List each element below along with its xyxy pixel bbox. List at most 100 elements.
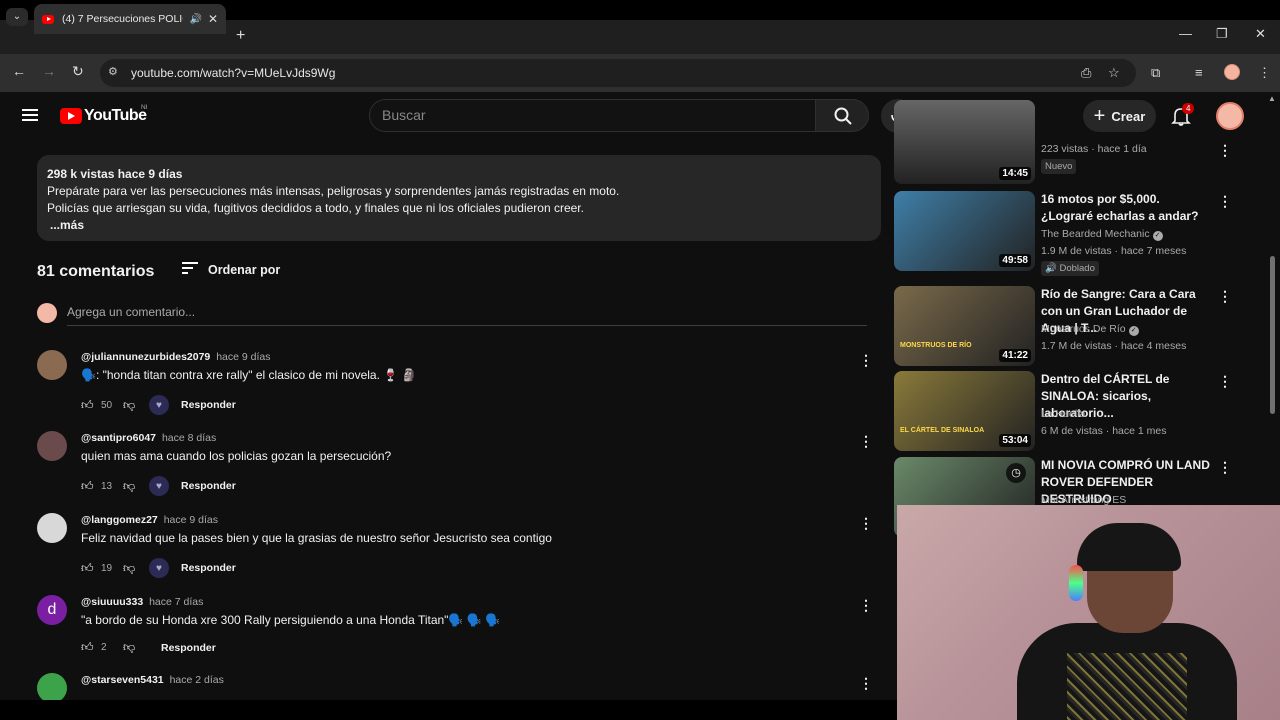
comment-meta: @langgomez27 hace 9 días (81, 514, 218, 526)
profile-icon[interactable] (1224, 64, 1240, 80)
video-options-icon[interactable]: ⋮ (1218, 193, 1232, 210)
show-more-link[interactable]: ...más (50, 217, 871, 234)
video-title[interactable]: 16 motos por $5,000. ¿Lograré echarlas a… (1041, 191, 1211, 225)
sidebar-scrollbar[interactable] (1270, 256, 1275, 414)
close-tab-icon[interactable]: ✕ (208, 12, 218, 26)
commenter-avatar[interactable] (37, 513, 67, 543)
sort-icon (182, 262, 198, 277)
comment-options-icon[interactable]: ⋮ (859, 433, 873, 450)
sort-comments-button[interactable]: Ordenar por (182, 262, 280, 277)
add-comment-row (37, 303, 867, 326)
url-text[interactable]: youtube.com/watch?v=MUeLvJds9Wg (131, 66, 335, 80)
hamburger-menu-icon[interactable] (22, 109, 38, 121)
search-box[interactable] (369, 99, 816, 132)
dislike-icon[interactable]: 👎︎ (123, 398, 145, 413)
creator-heart-icon: ♥ (149, 558, 169, 578)
create-button[interactable]: + Crear (1083, 100, 1156, 132)
sort-label: Ordenar por (208, 262, 281, 277)
reload-icon[interactable]: ↻ (72, 63, 84, 80)
video-duration: 49:58 (999, 254, 1031, 267)
comment-options-icon[interactable]: ⋮ (859, 597, 873, 614)
comment-time[interactable]: hace 9 días (164, 514, 218, 526)
webcam-overlay (897, 505, 1280, 720)
video-options-icon[interactable]: ⋮ (1218, 373, 1232, 390)
search-icon (834, 107, 852, 125)
creator-heart-icon: ♥ (149, 476, 169, 496)
extensions-icon[interactable]: ⧉ (1151, 65, 1160, 81)
account-avatar[interactable] (1216, 102, 1244, 130)
back-icon[interactable]: ← (12, 63, 26, 79)
minimize-icon[interactable]: — (1179, 26, 1192, 41)
search-button[interactable] (815, 99, 869, 132)
like-icon[interactable]: 👍︎ (81, 561, 95, 576)
comment-handle[interactable]: @siuuuu333 (81, 596, 143, 608)
comment-options-icon[interactable]: ⋮ (859, 515, 873, 532)
browser-tab[interactable]: (4) 7 Persecuciones POLICIA 🔊 ✕ (34, 4, 226, 34)
menu-icon[interactable]: ⋮ (1258, 65, 1271, 81)
video-options-icon[interactable]: ⋮ (1218, 142, 1232, 159)
like-count: 50 (101, 399, 113, 411)
video-description[interactable]: 298 k vistas hace 9 días Prepárate para … (37, 155, 881, 241)
video-views: 6 M de vistas · hace 1 mes (1041, 425, 1167, 437)
comment-time[interactable]: hace 8 días (162, 432, 216, 444)
forward-icon[interactable]: → (42, 63, 56, 79)
youtube-logo[interactable]: YouTube NI (60, 104, 148, 125)
plus-icon: + (1093, 104, 1106, 127)
tab-list-icon[interactable]: ⌄ (6, 8, 28, 26)
comment-options-icon[interactable]: ⋮ (859, 675, 873, 692)
video-channel[interactable]: The Bearded Mechanic ✓ (1041, 228, 1163, 241)
commenter-avatar[interactable]: d (37, 595, 67, 625)
like-icon[interactable]: 👍︎ (81, 640, 95, 655)
comment-handle[interactable]: @langgomez27 (81, 514, 158, 526)
comment-handle[interactable]: @starseven5431 (81, 674, 164, 686)
comment-handle[interactable]: @juliannunezurbides2079 (81, 351, 210, 363)
reply-button[interactable]: Responder (161, 642, 216, 654)
reply-button[interactable]: Responder (181, 480, 236, 492)
commenter-avatar[interactable] (37, 431, 67, 461)
comment-meta: @santipro6047 hace 8 días (81, 432, 216, 444)
dislike-icon[interactable]: 👎︎ (123, 640, 145, 655)
tab-title: (4) 7 Persecuciones POLICIA (62, 13, 183, 25)
comment-time[interactable]: hace 2 días (170, 674, 224, 686)
comment-time[interactable]: hace 9 días (216, 351, 270, 363)
add-comment-input[interactable] (67, 305, 867, 326)
bookmark-star-icon[interactable]: ☆ (1108, 65, 1120, 81)
like-icon[interactable]: 👍︎ (81, 479, 95, 494)
new-tab-icon[interactable]: + (236, 27, 245, 45)
comment-text: Feliz navidad que la pases bien y que la… (81, 531, 552, 545)
comment-text: 🗣️: "honda titan contra xre rally" el cl… (81, 368, 417, 382)
restore-icon[interactable]: ❐ (1216, 26, 1228, 42)
like-icon[interactable]: 👍︎ (81, 398, 95, 413)
speaker-icon[interactable]: 🔊 (189, 14, 201, 25)
video-thumbnail[interactable]: MONSTRUOS DE RÍO 41:22 (894, 286, 1035, 366)
watch-later-icon[interactable]: ◷ (1006, 463, 1026, 483)
comment-text: "a bordo de su Honda xre 300 Rally persi… (81, 613, 500, 627)
comment-meta: @juliannunezurbides2079 hace 9 días (81, 351, 271, 363)
video-options-icon[interactable]: ⋮ (1218, 459, 1232, 476)
reply-button[interactable]: Responder (181, 562, 236, 574)
description-line-2: Policías que arriesgan su vida, fugitivo… (47, 201, 584, 215)
window-close-icon[interactable]: ✕ (1255, 26, 1266, 42)
video-channel[interactable]: La Huella (1041, 408, 1085, 420)
comment-count: 81 comentarios (37, 263, 155, 280)
media-control-icon[interactable]: ≡ (1195, 65, 1203, 80)
video-thumbnail[interactable]: 49:58 (894, 191, 1035, 271)
video-channel[interactable]: Monstruos De Río ✓ (1041, 323, 1139, 336)
comment-handle[interactable]: @santipro6047 (81, 432, 156, 444)
commenter-avatar[interactable] (37, 350, 67, 380)
install-app-icon[interactable]: ⎙ (1081, 65, 1091, 81)
scroll-up-icon[interactable]: ▲ (1268, 94, 1276, 103)
video-views: 223 vistas · hace 1 día (1041, 143, 1147, 155)
comment-options-icon[interactable]: ⋮ (859, 352, 873, 369)
dislike-icon[interactable]: 👎︎ (123, 561, 145, 576)
dislike-icon[interactable]: 👎︎ (123, 479, 145, 494)
site-info-icon[interactable]: ⚙ (108, 65, 122, 79)
comment-time[interactable]: hace 7 días (149, 596, 203, 608)
video-options-icon[interactable]: ⋮ (1218, 288, 1232, 305)
reply-button[interactable]: Responder (181, 399, 236, 411)
video-tag: Nuevo (1041, 159, 1077, 174)
commenter-avatar[interactable] (37, 673, 67, 703)
video-thumbnail[interactable]: 14:45 (894, 100, 1035, 184)
search-input[interactable] (382, 107, 782, 123)
video-thumbnail[interactable]: EL CÁRTEL DE SINALOA 53:04 (894, 371, 1035, 451)
